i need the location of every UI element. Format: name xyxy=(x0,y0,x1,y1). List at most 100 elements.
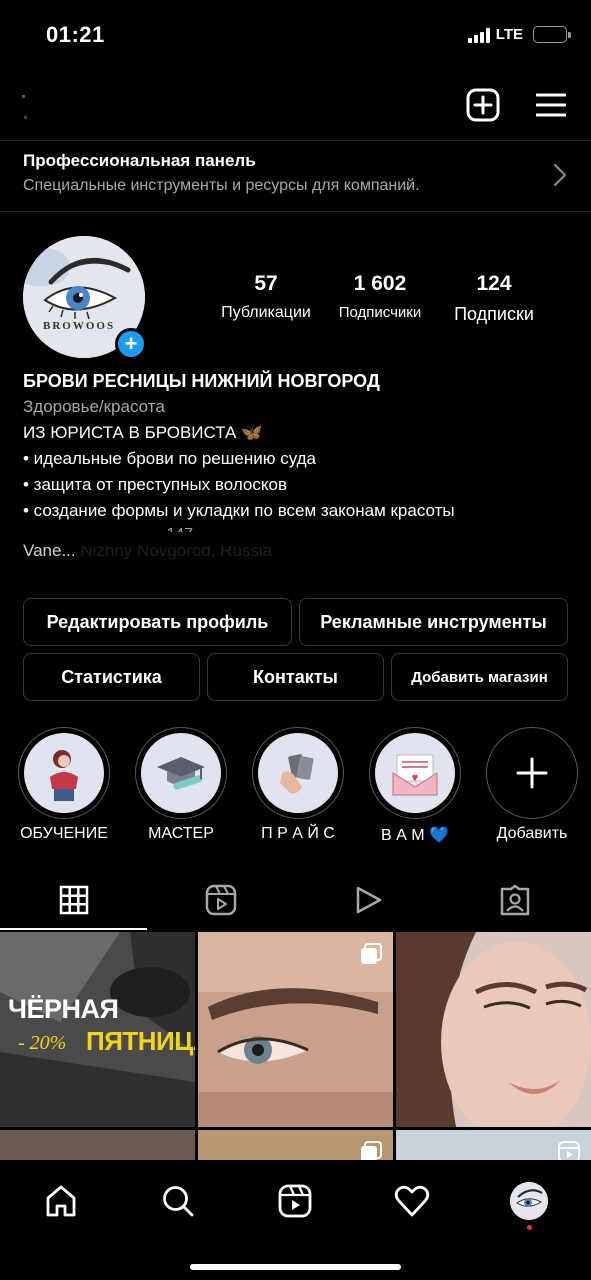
highlight-ring xyxy=(486,727,578,819)
stat-followers[interactable]: 1 602 Подписчики xyxy=(320,272,440,321)
home-indicator xyxy=(190,1264,401,1270)
highlight-label: Добавить xyxy=(496,825,568,842)
profile-name: БРОВИ РЕСНИЦЫ НИЖНИЙ НОВГОРОД xyxy=(23,371,380,391)
tab-tagged[interactable] xyxy=(441,870,588,930)
stat-label: Подписки xyxy=(454,304,534,324)
highlight-label: МАСТЕР xyxy=(148,825,214,842)
divider xyxy=(0,211,591,212)
highlight-cover xyxy=(141,733,221,813)
nav-profile[interactable] xyxy=(504,1176,554,1230)
tab-grid[interactable] xyxy=(0,870,147,930)
home-icon xyxy=(46,1185,76,1217)
nav-home[interactable] xyxy=(36,1176,86,1226)
highlight-cover xyxy=(375,733,455,813)
highlight-ring xyxy=(252,727,344,819)
highlight-label: ОБУЧЕНИЕ xyxy=(20,825,108,842)
search-icon xyxy=(163,1186,194,1217)
highlight-cover xyxy=(492,733,572,813)
plus-icon xyxy=(516,757,548,789)
highlight-item[interactable]: ОБУЧЕНИЕ xyxy=(5,727,123,843)
bottom-navigation xyxy=(0,1160,591,1280)
post-thumbnail[interactable] xyxy=(198,932,393,1127)
highlight-item[interactable]: МАСТЕР xyxy=(122,727,240,843)
new-post-button[interactable] xyxy=(464,86,502,124)
profile-category[interactable]: Здоровье/красота xyxy=(23,394,583,420)
profile-tabs xyxy=(0,870,591,930)
tagged-icon xyxy=(500,884,529,916)
post-thumbnail[interactable]: ЧЁРНАЯ - 20% ПЯТНИЦА xyxy=(0,932,195,1127)
promo-line-2: - 20% xyxy=(18,1032,67,1054)
status-time: 01:21 xyxy=(46,22,105,47)
tab-video[interactable] xyxy=(294,870,441,930)
stat-following[interactable]: 124 Подписки xyxy=(434,272,554,325)
bio-line: • защита от преступных волосков xyxy=(23,475,287,494)
add-story-button[interactable]: + xyxy=(115,328,147,360)
promo-line-1: ЧЁРНАЯ xyxy=(8,994,119,1024)
professional-panel-subtitle: Специальные инструменты и ресурсы для ко… xyxy=(23,177,420,194)
bio-line: • создание формы и укладки по всем закон… xyxy=(23,501,455,520)
ad-tools-button[interactable]: Рекламные инструменты xyxy=(299,598,568,646)
battery-icon xyxy=(533,26,571,43)
promo-line-3: ПЯТНИЦА xyxy=(86,1026,195,1056)
redaction xyxy=(75,546,305,564)
avatar-brand-text: BROWOOS xyxy=(43,320,116,332)
post-thumbnail[interactable] xyxy=(396,932,591,1127)
story-highlights: ОБУЧЕНИЕ МАСТЕР П Р А Й С В А М 💙 Добави… xyxy=(0,727,591,852)
menu-icon xyxy=(536,93,566,117)
network-label: LTE xyxy=(495,26,523,43)
eye-logo-icon xyxy=(510,1182,548,1220)
woman-portrait-image xyxy=(396,932,591,1127)
top-bar xyxy=(0,80,591,132)
status-indicators: LTE xyxy=(467,26,571,43)
stat-value: 124 xyxy=(476,272,512,295)
add-shop-button[interactable]: Добавить магазин xyxy=(391,653,568,701)
highlight-item[interactable]: В А М 💙 xyxy=(356,727,474,845)
post-thumbnail[interactable] xyxy=(396,1130,591,1164)
nav-activity[interactable] xyxy=(387,1176,437,1226)
nav-search[interactable] xyxy=(153,1176,203,1226)
nav-reels[interactable] xyxy=(270,1176,320,1226)
highlight-cover xyxy=(258,733,338,813)
highlight-ring xyxy=(18,727,110,819)
highlight-label: В А М 💙 xyxy=(381,827,449,844)
menu-button[interactable] xyxy=(534,88,568,122)
money-hand-icon xyxy=(280,754,314,794)
highlight-item[interactable]: П Р А Й С xyxy=(239,727,357,843)
profile-location[interactable]: ...147 Vane... Nizhny Novgorod, Russia xyxy=(23,526,583,564)
chevron-right-icon xyxy=(553,163,567,187)
professional-panel[interactable]: Профессиональная панель Специальные инст… xyxy=(0,141,591,211)
stat-value: 57 xyxy=(254,272,278,295)
add-highlight-button[interactable]: Добавить xyxy=(473,727,591,843)
tab-reels[interactable] xyxy=(147,870,294,930)
professional-panel-title: Профессиональная панель xyxy=(23,151,256,170)
graduation-cap-icon xyxy=(157,757,205,790)
carousel-icon xyxy=(361,943,382,964)
stat-value: 1 602 xyxy=(353,272,407,295)
profile-bio: БРОВИ РЕСНИЦЫ НИЖНИЙ НОВГОРОД Здоровье/к… xyxy=(23,369,583,564)
signal-icon xyxy=(467,27,490,43)
plus-icon: + xyxy=(124,331,138,356)
video-icon xyxy=(356,886,381,914)
stat-label: Подписчики xyxy=(338,304,422,321)
active-tab-indicator xyxy=(0,928,147,930)
stat-posts[interactable]: 57 Публикации xyxy=(206,272,326,322)
grid-icon xyxy=(59,885,88,915)
post-thumbnail[interactable] xyxy=(198,1130,393,1164)
profile-avatar[interactable]: BROWOOS + xyxy=(23,236,147,360)
new-post-icon xyxy=(466,88,500,122)
notification-dot xyxy=(527,1225,532,1230)
stat-label: Публикации xyxy=(221,304,311,321)
highlight-cover xyxy=(24,733,104,813)
highlight-ring xyxy=(369,727,461,819)
statistics-button[interactable]: Статистика xyxy=(23,653,200,701)
post-thumbnail[interactable] xyxy=(0,1130,195,1164)
status-bar: 01:21 LTE xyxy=(0,0,591,70)
contacts-button[interactable]: Контакты xyxy=(207,653,384,701)
username-hidden[interactable] xyxy=(22,90,32,120)
reels-icon xyxy=(278,1184,312,1218)
post-grid: ЧЁРНАЯ - 20% ПЯТНИЦА xyxy=(0,932,591,1164)
highlight-ring xyxy=(135,727,227,819)
edit-profile-button[interactable]: Редактировать профиль xyxy=(23,598,292,646)
reels-icon xyxy=(205,884,236,916)
bio-line: ИЗ ЮРИСТА В БРОВИСТА 🦋 xyxy=(23,423,263,442)
